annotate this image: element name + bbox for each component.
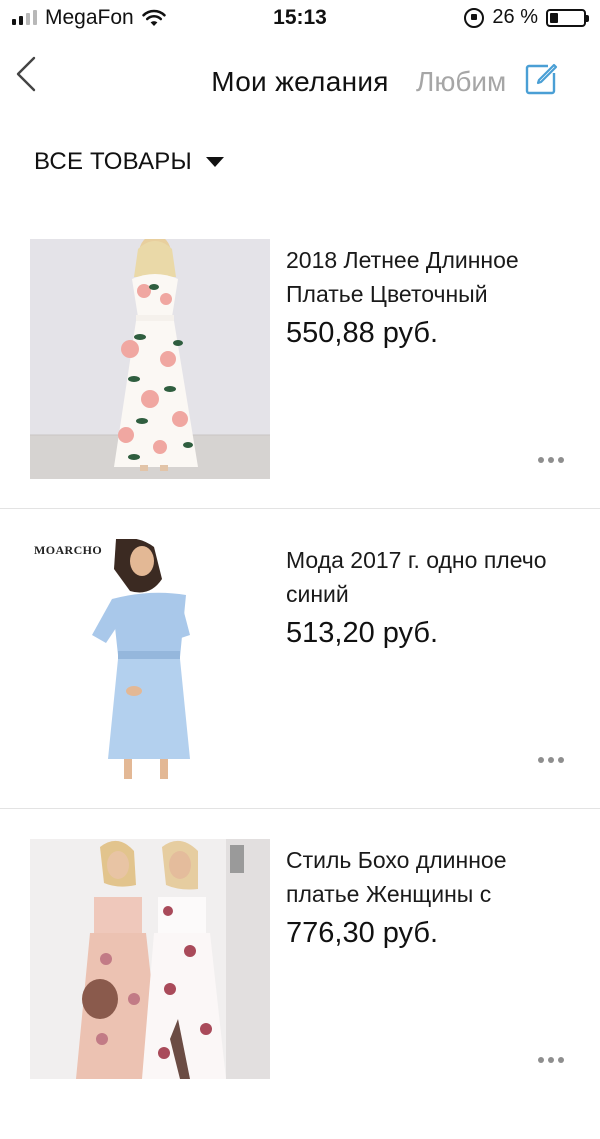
more-horizontal-icon[interactable] xyxy=(538,757,564,763)
product-title: 2018 Летнее Длинное Платье Цветочный xyxy=(286,247,519,307)
product-price: 550,88 руб. xyxy=(286,317,439,349)
brand-label: MOARCHO xyxy=(34,543,103,557)
divider xyxy=(0,808,600,809)
filter-label: ВСЕ ТОВАРЫ xyxy=(34,148,192,175)
caret-down-icon xyxy=(205,157,224,167)
filter-dropdown[interactable]: ВСЕ ТОВАРЫ xyxy=(34,148,224,176)
status-right: 26 % xyxy=(464,6,589,29)
tab-favorites[interactable]: Любим xyxy=(416,66,512,98)
product-price: 513,20 руб. xyxy=(286,617,439,649)
product-title: Мода 2017 г. одно плечо синий xyxy=(286,547,547,607)
rotation-lock-icon xyxy=(464,7,485,28)
product-image: MOARCHO xyxy=(30,539,270,779)
navigation-bar: Мои желания Любим xyxy=(0,40,600,120)
more-horizontal-icon[interactable] xyxy=(538,457,564,463)
product-item[interactable]: 2018 Летнее Длинное Платье Цветочный 550… xyxy=(0,239,600,539)
edit-square-icon[interactable] xyxy=(524,62,558,96)
battery-icon xyxy=(546,8,589,27)
product-item[interactable]: MOARCHO Мода 2017 г. одно плечо синий 51… xyxy=(0,539,600,839)
status-bar: MegaFon 15:13 26 % xyxy=(0,0,600,38)
product-title: Стиль Бохо длинное платье Женщины с xyxy=(286,847,507,907)
battery-level xyxy=(550,12,559,23)
more-horizontal-icon[interactable] xyxy=(538,1057,564,1063)
product-image xyxy=(30,239,270,479)
product-image xyxy=(30,839,270,1079)
battery-percent: 26 % xyxy=(492,6,538,28)
product-item[interactable]: Стиль Бохо длинное платье Женщины с 776,… xyxy=(0,839,600,1139)
divider xyxy=(0,508,600,509)
product-price: 776,30 руб. xyxy=(286,917,439,949)
